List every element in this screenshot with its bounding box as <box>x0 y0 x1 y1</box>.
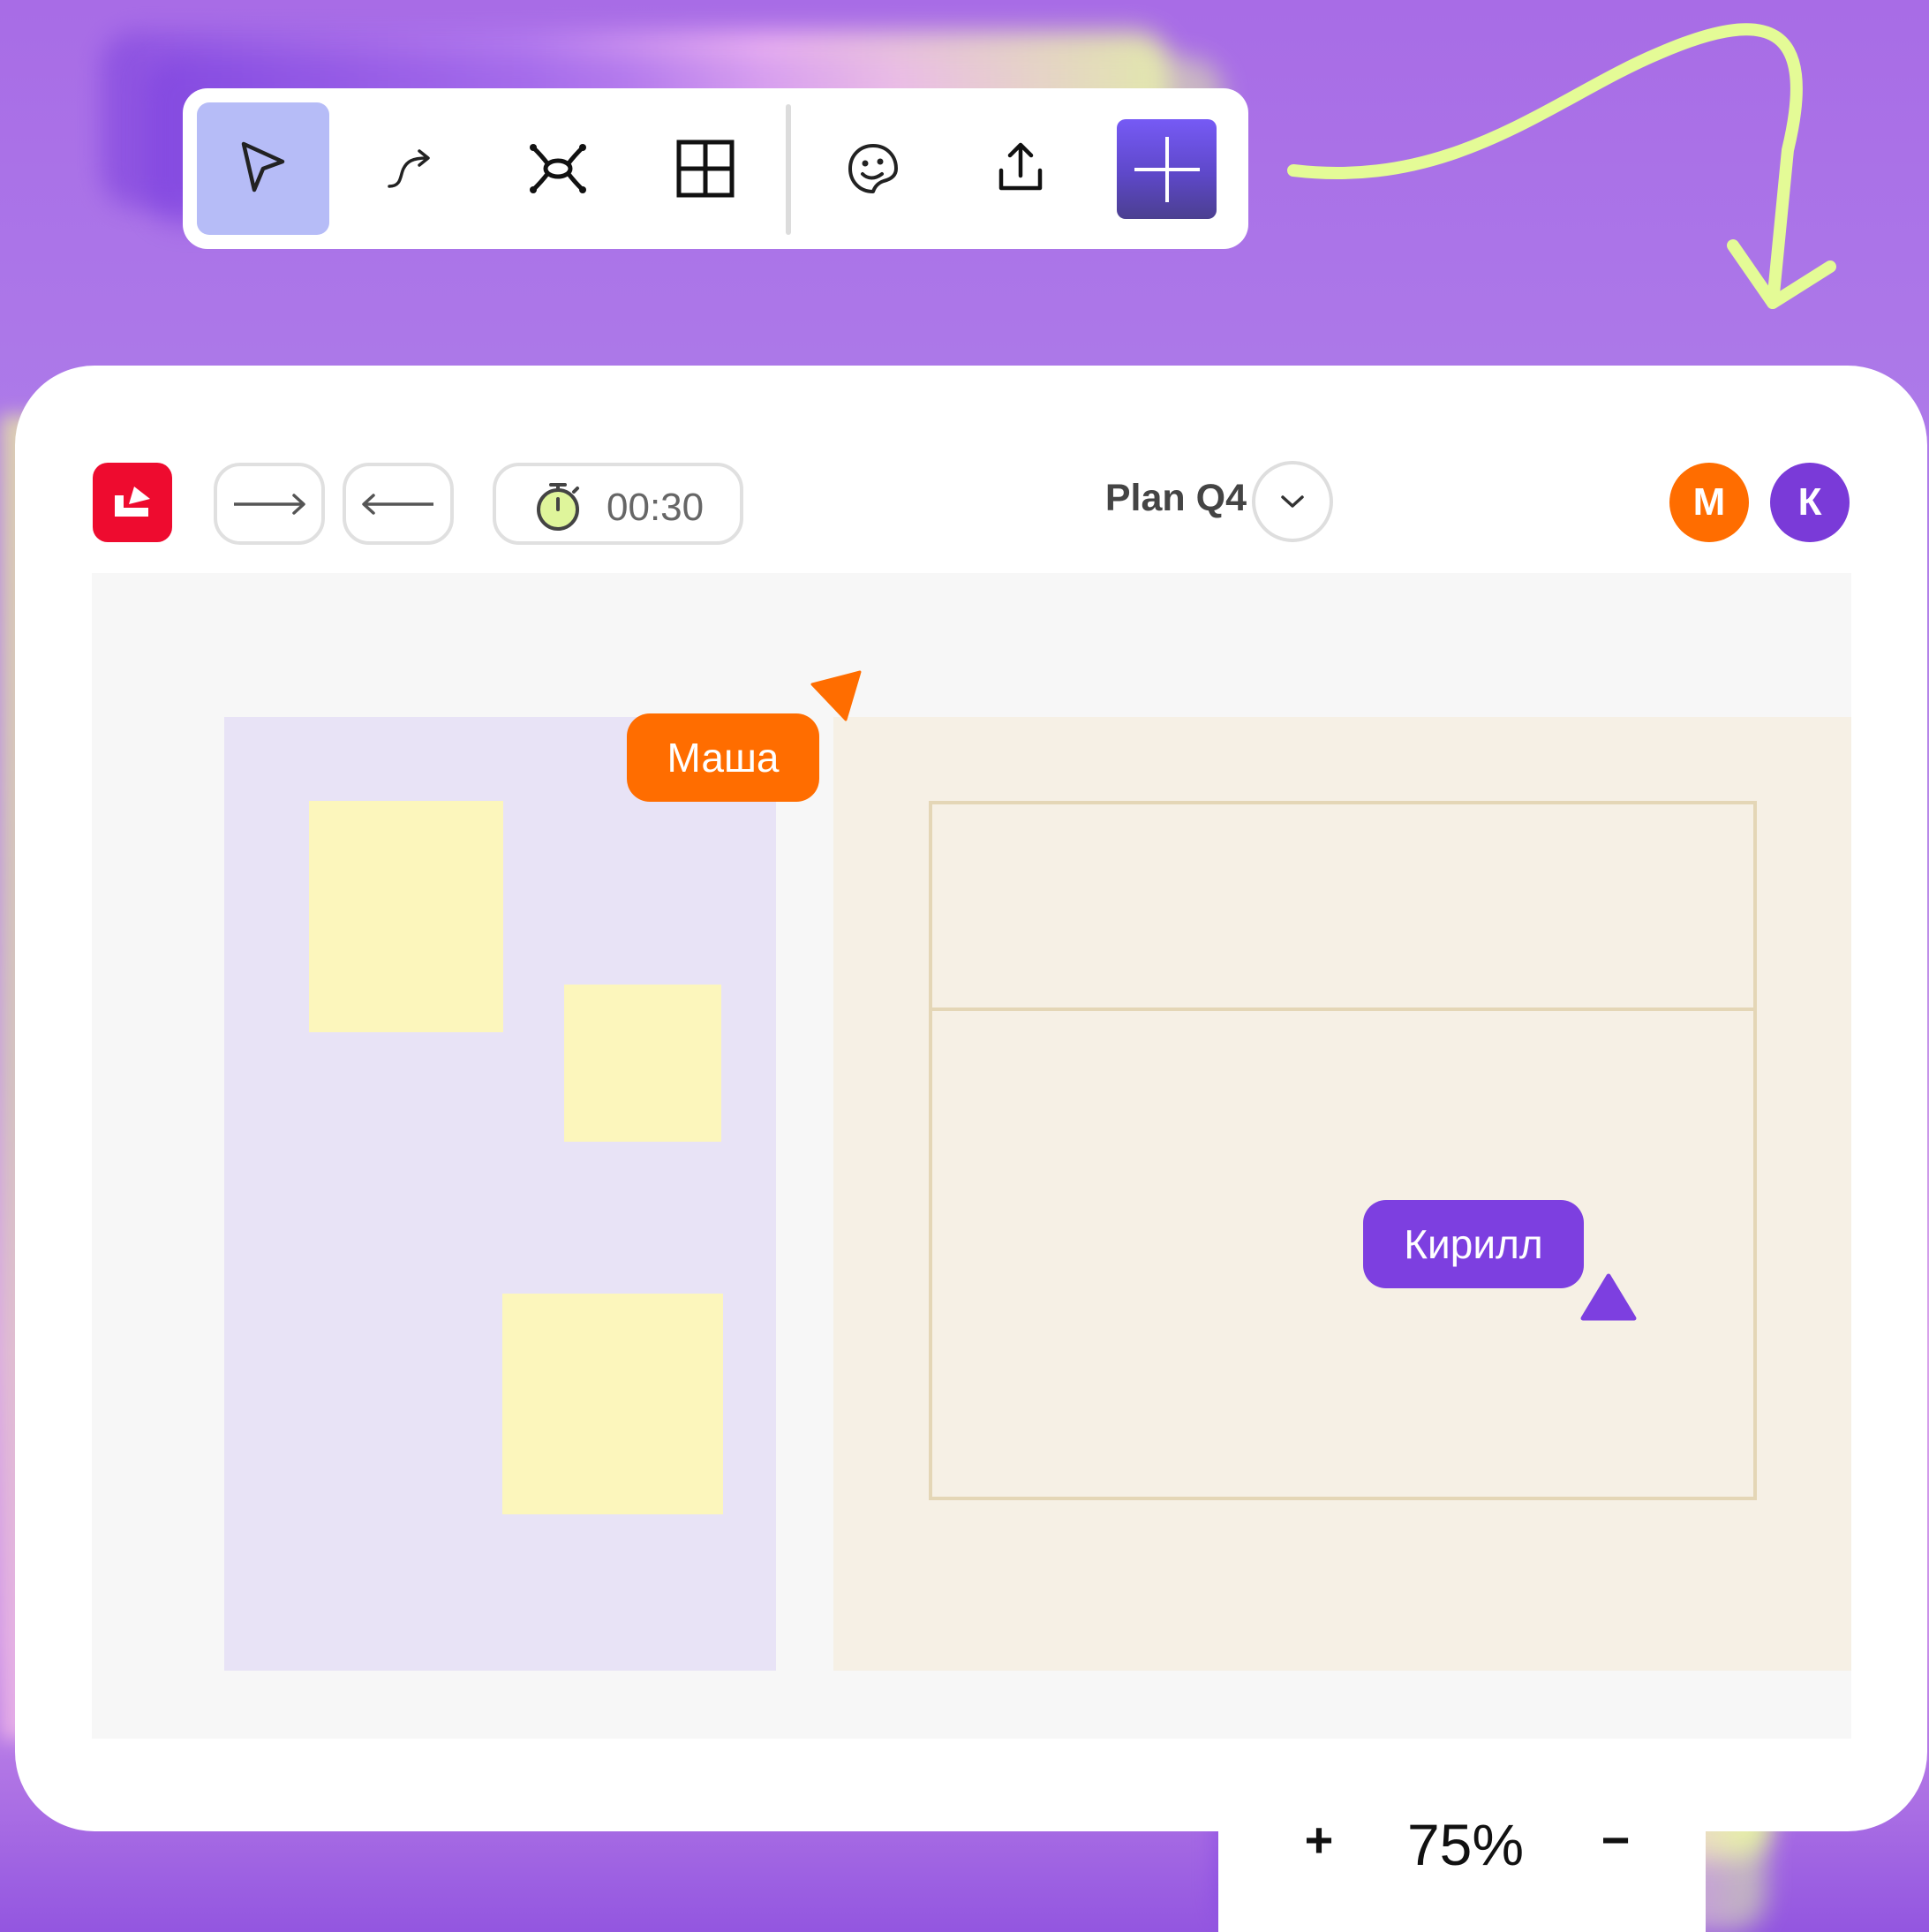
arrow-right-icon <box>234 493 305 515</box>
collaborator-label-kirill: Кирилл <box>1363 1200 1584 1288</box>
board-menu-button[interactable] <box>1252 461 1333 542</box>
board-window: 00:30 Plan Q4 М К Маша Кирилл <box>15 366 1927 1831</box>
sticky-note[interactable] <box>564 985 721 1142</box>
sticker-tool-button[interactable] <box>807 102 939 235</box>
toolbar-divider <box>786 104 791 235</box>
chevron-down-icon <box>1281 495 1304 508</box>
frame-right[interactable] <box>833 717 1851 1671</box>
sticky-note[interactable] <box>309 801 503 1032</box>
board-canvas[interactable]: Маша Кирилл <box>92 573 1851 1739</box>
table-row-divider <box>932 1008 1753 1011</box>
undo-button[interactable] <box>343 463 454 545</box>
stopwatch-icon <box>537 483 579 531</box>
grid-icon <box>676 140 735 198</box>
sticker-icon <box>848 144 898 193</box>
timer-value: 00:30 <box>607 486 705 529</box>
zoom-control: + 75% − <box>1218 1751 1706 1932</box>
upload-icon <box>998 142 1043 191</box>
collaborator-label-masha: Маша <box>627 713 819 802</box>
export-tool-button[interactable] <box>954 102 1087 235</box>
redo-button[interactable] <box>214 463 325 545</box>
zoom-out-button[interactable]: − <box>1589 1811 1642 1868</box>
collaborator-cursor-kirill-icon <box>1580 1273 1637 1321</box>
mind-map-tool-button[interactable] <box>492 102 624 235</box>
cursor-arrow-icon <box>241 141 285 192</box>
zoom-level: 75% <box>1406 1812 1525 1877</box>
app-logo[interactable] <box>93 463 172 542</box>
add-button[interactable] <box>1117 119 1217 219</box>
frame-left[interactable] <box>224 717 776 1671</box>
logo-icon <box>115 487 150 517</box>
collaborator-cursor-masha-icon <box>810 670 862 721</box>
select-tool-button[interactable] <box>197 102 329 235</box>
table-shape[interactable] <box>929 801 1757 1500</box>
mind-map-icon <box>530 144 586 193</box>
board-title: Plan Q4 <box>1104 477 1247 519</box>
connector-tool-button[interactable] <box>344 102 477 235</box>
zoom-in-button[interactable]: + <box>1292 1811 1345 1868</box>
curved-arrow-icon <box>388 149 430 188</box>
plus-icon <box>1134 136 1200 202</box>
sticky-note[interactable] <box>502 1294 723 1514</box>
avatar-masha[interactable]: М <box>1669 463 1749 542</box>
avatar-kirill[interactable]: К <box>1770 463 1850 542</box>
table-tool-button[interactable] <box>639 102 772 235</box>
main-toolbar <box>183 88 1248 249</box>
timer[interactable]: 00:30 <box>493 463 743 545</box>
arrow-left-icon <box>362 493 433 515</box>
